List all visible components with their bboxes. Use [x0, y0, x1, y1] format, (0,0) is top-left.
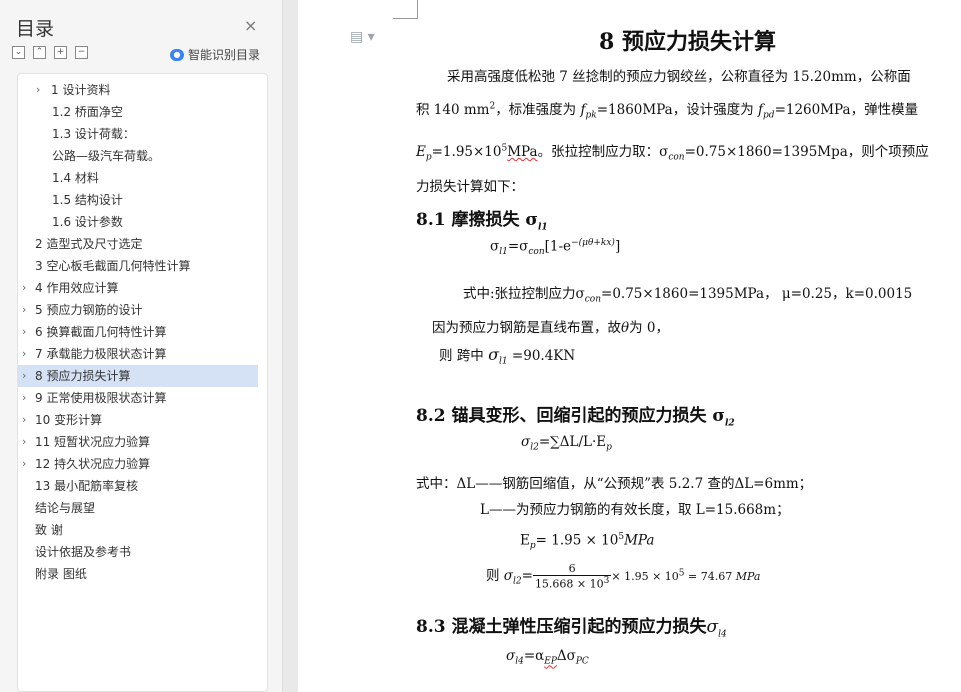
- toc-list: › 1 设计资料 1.2 桥面净空 1.3 设计荷载： 公路—级汽车荷载。 1.4…: [17, 73, 268, 692]
- toc-item[interactable]: 2 造型式及尺寸选定: [18, 233, 258, 255]
- toc-item[interactable]: › 10 变形计算: [18, 409, 258, 431]
- toc-item[interactable]: 1.6 设计参数: [18, 211, 258, 233]
- toc-item[interactable]: › 11 短暂状况应力验算: [18, 431, 258, 453]
- paragraph-line: 力损失计算如下：: [416, 179, 524, 195]
- chevron-right-icon[interactable]: ›: [22, 431, 26, 453]
- paragraph-line: 式中：ΔL——钢筋回缩值，从“公预规”表 5.2.7 查的ΔL=6mm；: [416, 476, 813, 492]
- toc-item[interactable]: › 12 持久状况应力验算: [18, 453, 258, 475]
- document-icon[interactable]: ▤ ▾: [350, 29, 375, 45]
- section-heading: 8.3 混凝土弹性压缩引起的预应力损失σl4: [416, 617, 727, 640]
- sidebar-title: 目录: [16, 18, 55, 40]
- toc-item[interactable]: 13 最小配筋率复核: [18, 475, 258, 497]
- paragraph-line: L——为预应力钢筋的有效长度，取 L=15.668m；: [480, 502, 790, 518]
- chevron-right-icon[interactable]: ›: [22, 453, 26, 475]
- toc-sidebar: 目录 × ⌄ ⌃ + − ● 智能识别目录 › 1 设计资料 1.2 桥面净空 1…: [0, 0, 283, 692]
- paragraph-line: 式中:张拉控制应力σcon=0.75×1860=1395MPa， μ=0.25，…: [463, 286, 913, 305]
- paragraph-line: 积 140 mm2，标准强度为 fpk=1860MPa，设计强度为 fpd=12…: [416, 101, 919, 121]
- formula: σl2=∑ΔL/L·Ep: [521, 434, 612, 453]
- formula: σl1=σcon[1-e−(μθ+kx)]: [490, 238, 621, 258]
- toc-item[interactable]: › 4 作用效应计算: [18, 277, 258, 299]
- paragraph-line: 因为预应力钢筋是直线布置，故θ为 0，: [432, 320, 670, 336]
- page-title: 8 预应力损失计算: [599, 29, 776, 55]
- add-heading-icon[interactable]: +: [54, 46, 67, 59]
- toc-item[interactable]: 1.5 结构设计: [18, 189, 258, 211]
- toc-item-active[interactable]: › 8 预应力损失计算: [18, 365, 258, 387]
- toc-item[interactable]: › 7 承载能力极限状态计算: [18, 343, 258, 365]
- toc-item[interactable]: › 5 预应力钢筋的设计: [18, 299, 258, 321]
- section-heading: 8.1 摩擦损失 σl1: [416, 210, 548, 233]
- toc-item[interactable]: 1.4 材料: [18, 167, 258, 189]
- collapse-all-icon[interactable]: ⌃: [33, 46, 46, 59]
- chevron-right-icon[interactable]: ›: [22, 277, 26, 299]
- chevron-right-icon[interactable]: ›: [22, 387, 26, 409]
- toc-item[interactable]: 结论与展望: [18, 497, 258, 519]
- toc-item[interactable]: › 1 设计资料: [18, 79, 258, 101]
- chevron-right-icon[interactable]: ›: [22, 321, 26, 343]
- toc-item[interactable]: 设计依据及参考书: [18, 541, 258, 563]
- toc-item[interactable]: › 9 正常使用极限状态计算: [18, 387, 258, 409]
- formula: 则 σl2= 6 15.668 × 103 × 1.95 × 105 = 74.67 …: [486, 562, 761, 591]
- chevron-right-icon[interactable]: ›: [22, 299, 26, 321]
- formula: Ep= 1.95 × 105MPa: [520, 532, 655, 552]
- paragraph-line: 则 跨中 σl1 =90.4KN: [439, 345, 576, 367]
- chevron-right-icon[interactable]: ›: [22, 409, 26, 431]
- document-page: ▤ ▾ 8 预应力损失计算 采用高强度低松弛 7 丝捻制的预应力钢绞丝，公称直径…: [298, 0, 961, 692]
- paragraph-line: Ep=1.95×105MPa。张拉控制应力取：σcon=0.75×1860=13…: [416, 143, 929, 163]
- formula: σl4=αEPΔσPC: [506, 648, 589, 667]
- toc-item[interactable]: 3 空心板毛截面几何特性计算: [18, 255, 258, 277]
- paragraph-line: 采用高强度低松弛 7 丝捻制的预应力钢绞丝，公称直径为 15.20mm，公称面: [447, 69, 911, 85]
- chevron-right-icon[interactable]: ›: [36, 79, 40, 101]
- close-icon[interactable]: ×: [244, 16, 257, 35]
- ai-icon: ●: [170, 48, 184, 61]
- chevron-right-icon[interactable]: ›: [22, 343, 26, 365]
- remove-heading-icon[interactable]: −: [75, 46, 88, 59]
- toc-item[interactable]: 致 谢: [18, 519, 258, 541]
- section-heading: 8.2 锚具变形、回缩引起的预应力损失 σl2: [416, 406, 735, 429]
- smart-toc-button[interactable]: ● 智能识别目录: [170, 46, 260, 63]
- expand-all-icon[interactable]: ⌄: [12, 46, 25, 59]
- smart-toc-label: 智能识别目录: [188, 48, 261, 62]
- toc-item[interactable]: › 6 换算截面几何特性计算: [18, 321, 258, 343]
- toc-toolbar: ⌄ ⌃ + −: [12, 46, 88, 59]
- toc-item[interactable]: 1.3 设计荷载：: [18, 123, 258, 145]
- toc-item[interactable]: 1.2 桥面净空: [18, 101, 258, 123]
- toc-item[interactable]: 公路—级汽车荷载。: [18, 145, 258, 167]
- page-corner-mark: [393, 0, 418, 19]
- chevron-right-icon[interactable]: ›: [22, 365, 26, 387]
- toc-item[interactable]: 附录 图纸: [18, 563, 258, 585]
- fraction: 6 15.668 × 103: [532, 562, 612, 591]
